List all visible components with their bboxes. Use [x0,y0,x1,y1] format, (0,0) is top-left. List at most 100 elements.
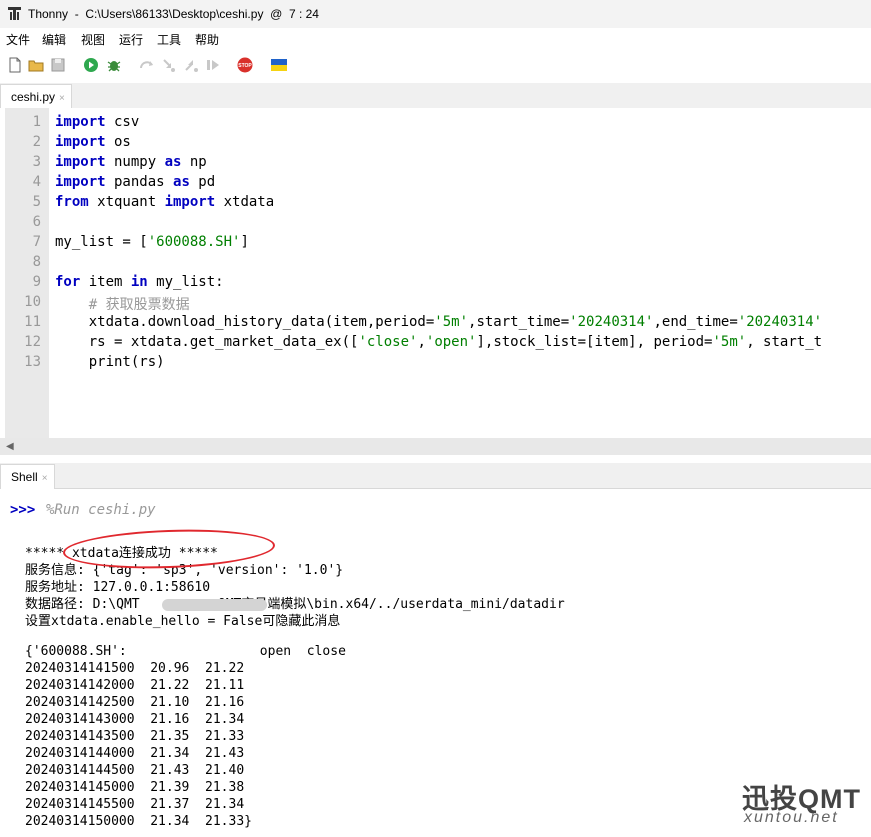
code-token: xtquant [88,194,165,210]
menu-bar: 文件 编辑 视图 运行 工具 帮助 [0,28,871,48]
shell-output-line: 20240314144000 21.34 21.43 [25,746,245,761]
shell-prompt: >>> [10,502,36,518]
tab-close-icon[interactable]: × [59,93,65,104]
line-number: 7 [32,234,41,250]
menu-tools[interactable]: 工具 [157,31,181,48]
code-line[interactable]: import csv [55,114,139,130]
step-out-icon[interactable] [183,57,199,73]
scroll-left-icon[interactable]: ◀ [6,441,14,452]
shell-output-line: 20240314150000 21.34 21.33} [25,814,252,829]
code-token: import [55,174,106,190]
code-line[interactable]: import numpy as np [55,154,207,170]
code-token: , start_t [746,334,823,350]
shell-output-line: 20240314142000 21.22 21.11 [25,678,245,693]
code-token: os [105,134,131,150]
menu-run[interactable]: 运行 [119,31,143,48]
menu-help[interactable]: 帮助 [195,31,219,48]
line-number: 2 [32,134,41,150]
tab-ceshi-py[interactable]: ceshi.py × [0,84,72,109]
code-line[interactable]: rs = xtdata.get_market_data_ex(['close',… [55,334,822,350]
code-token: 'close' [358,334,418,350]
line-number: 10 [24,294,41,310]
debug-icon[interactable] [106,57,122,73]
shell-output-line: 20240314145500 21.37 21.34 [25,797,245,812]
tab-label: ceshi.py [11,90,56,104]
code-line[interactable]: import pandas as pd [55,174,215,190]
code-token: '20240314' [569,314,654,330]
code-token: import [55,114,106,130]
code-token: as [164,154,182,170]
shell-output-line: 20240314142500 21.10 21.16 [25,695,245,710]
run-command: %Run ceshi.py [46,502,156,518]
save-icon[interactable] [50,57,66,73]
code-token: my_list: [147,274,224,290]
shell-output-line: 20240314141500 20.96 21.22 [25,661,245,676]
code-token: ,start_time= [468,314,570,330]
code-token: 'open' [425,334,477,350]
code-token: ],stock_list=[item], period= [476,334,713,350]
shell-output-line: 20240314143000 21.16 21.34 [25,712,245,727]
ukraine-flag-icon[interactable] [271,57,287,73]
code-line[interactable]: xtdata.download_history_data(item,period… [55,314,822,330]
line-number: 9 [32,274,41,290]
line-number: 4 [32,174,41,190]
code-line[interactable]: # 获取股票数据 [55,294,190,314]
tab-shell[interactable]: Shell × [0,464,55,489]
line-number: 6 [32,214,41,230]
shell-output-line: 设置xtdata.enable_hello = False可隐藏此消息 [25,614,341,629]
code-token: , [417,334,426,350]
code-token: xtdata.download_history_data(item,period… [55,314,435,330]
thonny-logo-icon [8,7,21,20]
window-title: Thonny - C:\Users\86133\Desktop\ceshi.py… [28,7,319,21]
menu-edit[interactable]: 编辑 [42,31,66,48]
code-token: print(rs) [55,354,165,370]
line-number: 5 [32,194,41,210]
stop-label: STOP [238,63,252,69]
code-editor[interactable]: 1 2 3 4 5 6 7 8 9 10 11 12 13 import csv import os imp… [0,108,871,438]
line-number: 12 [24,334,41,350]
stop-icon[interactable]: STOP [237,57,253,73]
code-token: xtdata [215,194,275,210]
title-bar: Thonny - C:\Users\86133\Desktop\ceshi.py… [0,0,871,28]
code-token: rs = xtdata.get_market_data_ex([ [55,334,359,350]
tab-close-icon[interactable]: × [42,473,48,484]
new-file-icon[interactable] [7,57,23,73]
resume-icon[interactable] [205,57,221,73]
code-token: in [130,274,148,290]
line-number: 1 [32,114,41,130]
code-token: as [173,174,190,190]
step-over-icon[interactable] [139,57,155,73]
code-line[interactable]: for item in my_list: [55,274,224,290]
line-number-gutter: 1 2 3 4 5 6 7 8 9 10 11 12 13 [5,108,49,438]
tab-label: Shell [11,470,38,484]
run-icon[interactable] [83,57,99,73]
menu-file[interactable]: 文件 [6,31,30,48]
open-file-icon[interactable] [28,57,44,73]
code-line[interactable]: import os [55,134,131,150]
editor-horizontal-scrollbar[interactable]: ◀ [0,438,871,455]
code-token: ,end_time= [653,314,738,330]
code-token: import [55,134,106,150]
code-line[interactable]: my_list = ['600088.SH'] [55,234,249,250]
code-token: pandas [105,174,174,190]
step-into-icon[interactable] [161,57,177,73]
line-number: 8 [32,254,41,270]
shell-output-line: {'600088.SH': open close [25,644,346,659]
code-token: ] [240,234,249,250]
code-line[interactable]: print(rs) [55,354,165,370]
watermark-url: xuntou.net [744,809,839,826]
code-line[interactable]: from xtquant import xtdata [55,194,274,210]
code-token: import [164,194,216,210]
editor-tab-bar: ceshi.py × [0,83,871,109]
menu-view[interactable]: 视图 [81,31,105,48]
code-token: '5m' [712,334,747,350]
code-token: numpy [105,154,165,170]
code-token: '600088.SH' [147,234,241,250]
code-token: csv [105,114,140,130]
code-token: pd [189,174,216,190]
shell-output-line: 20240314144500 21.43 21.40 [25,763,245,778]
line-number: 11 [24,314,41,330]
redaction-blur [162,599,267,611]
code-token: my_list = [ [55,234,148,250]
